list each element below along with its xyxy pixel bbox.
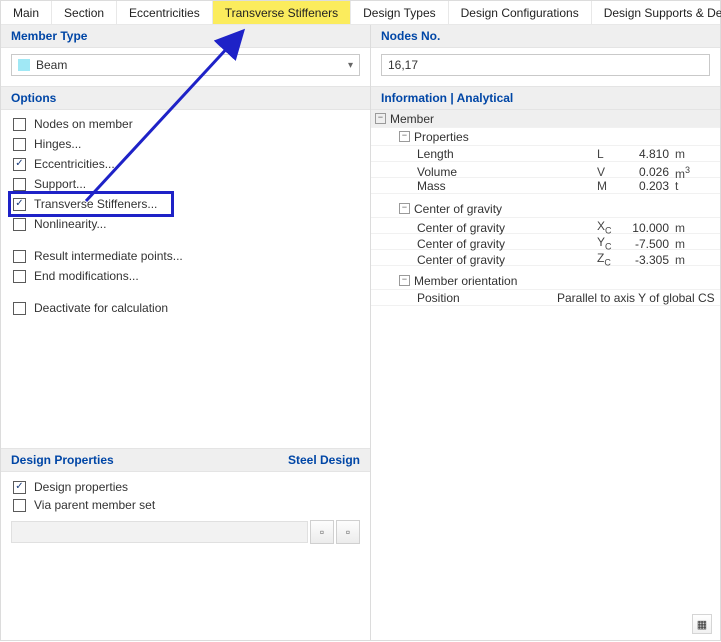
option-design-properties[interactable]: ✓ Design properties: [11, 478, 360, 496]
steel-design-label: Steel Design: [288, 453, 360, 467]
member-type-dropdown[interactable]: Beam ▾: [11, 54, 360, 76]
collapse-icon[interactable]: −: [399, 203, 410, 214]
beam-swatch: [18, 59, 30, 71]
options-header: Options: [1, 87, 370, 110]
sym-zc: ZC: [597, 250, 625, 270]
member-type-value: Beam: [36, 58, 348, 72]
collapse-icon[interactable]: −: [399, 131, 410, 142]
orientation-position-row: Position Parallel to axis Y of global CS: [371, 290, 720, 306]
tab-bar: Main Section Eccentricities Transverse S…: [1, 1, 720, 25]
checkbox-icon: [13, 138, 26, 151]
cog-x-row: Center of gravity XC 10.000 m: [371, 218, 720, 234]
orientation-node-label: Member orientation: [414, 273, 517, 289]
nodes-no-input[interactable]: [381, 54, 710, 76]
tab-transverse-stiffeners[interactable]: Transverse Stiffeners: [213, 1, 351, 24]
prop-volume-row: Volume V 0.026 m3: [371, 162, 720, 178]
new-item-button[interactable]: ▫: [310, 520, 334, 544]
cog-node-label: Center of gravity: [414, 201, 502, 217]
option-transverse-stiffeners[interactable]: ✓ Transverse Stiffeners...: [11, 194, 171, 214]
tab-design-supports-deflection[interactable]: Design Supports & Deflection: [592, 1, 721, 24]
option-nonlinearity[interactable]: Nonlinearity...: [11, 214, 360, 234]
option-deactivate-for-calculation[interactable]: Deactivate for calculation: [11, 298, 360, 318]
checkbox-icon: [13, 302, 26, 315]
checkbox-icon: ✓: [13, 198, 26, 211]
checkbox-icon: [13, 250, 26, 263]
design-properties-header: Design Properties Steel Design: [1, 449, 370, 472]
nodes-no-header: Nodes No.: [371, 25, 720, 48]
properties-node-label: Properties: [414, 129, 469, 145]
cog-z-row: Center of gravity ZC -3.305 m: [371, 250, 720, 266]
option-result-intermediate-points[interactable]: Result intermediate points...: [11, 246, 360, 266]
checkbox-icon: [13, 218, 26, 231]
collapse-icon[interactable]: −: [375, 113, 386, 124]
tab-section[interactable]: Section: [52, 1, 117, 24]
option-nodes-on-member[interactable]: Nodes on member: [11, 114, 360, 134]
table-icon: ▦: [697, 618, 707, 631]
design-properties-input[interactable]: [11, 521, 308, 543]
information-header: Information | Analytical: [371, 87, 720, 110]
checkbox-icon: [13, 118, 26, 131]
tab-design-configurations[interactable]: Design Configurations: [449, 1, 592, 24]
prop-length-row: Length L 4.810 m: [371, 146, 720, 162]
tab-main[interactable]: Main: [1, 1, 52, 24]
option-via-parent-member-set[interactable]: Via parent member set: [11, 496, 360, 514]
new-icon: ▫: [320, 525, 324, 539]
chevron-down-icon: ▾: [348, 60, 353, 71]
edit-icon: ▫: [346, 525, 350, 539]
checkbox-icon: ✓: [13, 481, 26, 494]
option-hinges[interactable]: Hinges...: [11, 134, 360, 154]
option-end-modifications[interactable]: End modifications...: [11, 266, 360, 286]
member-type-header: Member Type: [1, 25, 370, 48]
cog-y-row: Center of gravity YC -7.500 m: [371, 234, 720, 250]
checkbox-icon: [13, 178, 26, 191]
checkbox-icon: ✓: [13, 158, 26, 171]
settings-button[interactable]: ▦: [692, 614, 712, 634]
checkbox-icon: [13, 270, 26, 283]
member-node-label: Member: [390, 111, 434, 127]
option-eccentricities[interactable]: ✓ Eccentricities...: [11, 154, 360, 174]
collapse-icon[interactable]: −: [399, 275, 410, 286]
checkbox-icon: [13, 499, 26, 512]
tab-design-types[interactable]: Design Types: [351, 1, 449, 24]
edit-item-button[interactable]: ▫: [336, 520, 360, 544]
prop-mass-row: Mass M 0.203 t: [371, 178, 720, 194]
option-support[interactable]: Support...: [11, 174, 360, 194]
tab-eccentricities[interactable]: Eccentricities: [117, 1, 213, 24]
